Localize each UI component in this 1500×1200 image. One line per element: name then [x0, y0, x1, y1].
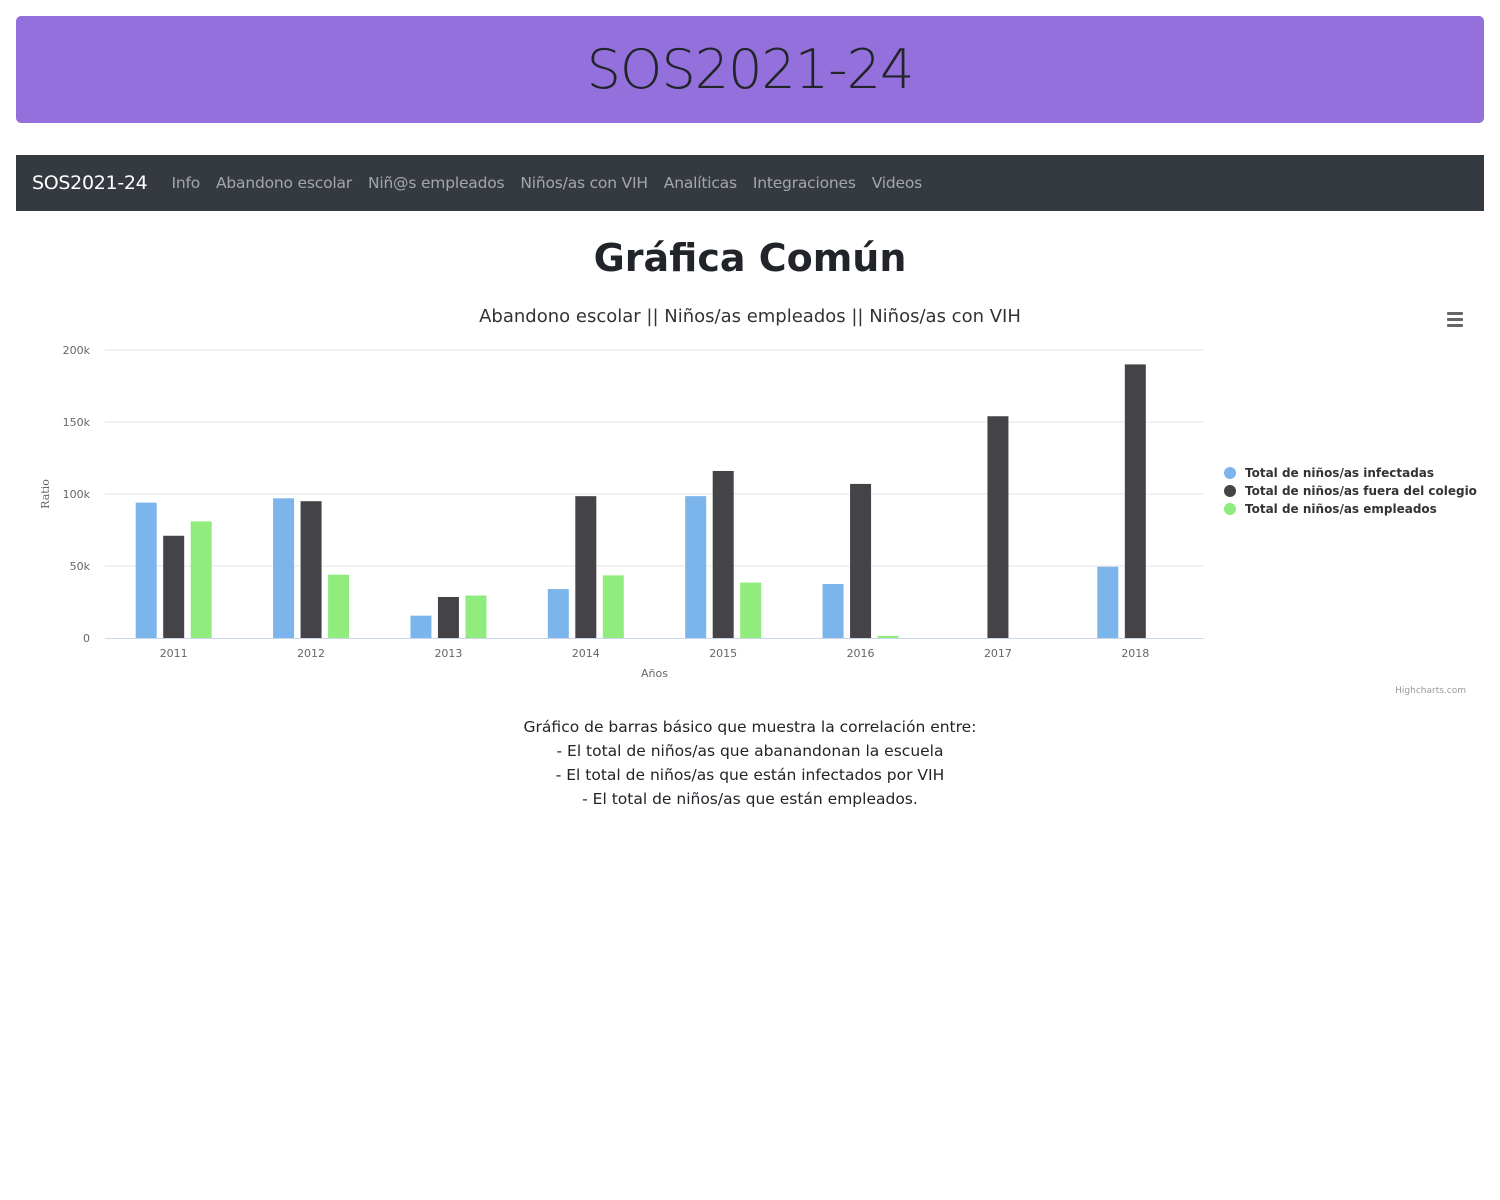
bar[interactable] — [1124, 364, 1146, 638]
x-tick-label: 2013 — [434, 647, 462, 660]
page-banner: SOS2021-24 — [16, 16, 1484, 123]
y-tick-label: 150k — [63, 416, 91, 429]
description-line: - El total de niños/as que están emplead… — [582, 790, 918, 808]
bar[interactable] — [1097, 566, 1119, 638]
bar[interactable] — [740, 582, 762, 638]
nav-link-ninos-empleados[interactable]: Niñ@s empleados — [368, 174, 505, 192]
description-line: - El total de niños/as que abanandonan l… — [556, 742, 944, 760]
chart-credits[interactable]: Highcharts.com — [1395, 686, 1466, 696]
legend-marker — [1224, 485, 1236, 497]
banner-title: SOS2021-24 — [586, 38, 915, 101]
page-title: Gráfica Común — [593, 236, 907, 280]
bar[interactable] — [410, 615, 432, 638]
bar[interactable] — [602, 575, 624, 638]
nav-link-abandono-escolar[interactable]: Abandono escolar — [216, 174, 352, 192]
bar[interactable] — [987, 416, 1009, 638]
bar[interactable] — [273, 498, 295, 638]
y-tick-label: 200k — [63, 344, 91, 357]
nav-link-integraciones[interactable]: Integraciones — [753, 174, 856, 192]
nav-link-analiticas[interactable]: Analíticas — [664, 174, 737, 192]
legend-label: Total de niños/as fuera del colegio — [1245, 484, 1477, 498]
bar[interactable] — [547, 589, 569, 638]
bar[interactable] — [135, 502, 157, 638]
legend-item[interactable]: Total de niños/as empleados — [1224, 502, 1437, 516]
legend-item[interactable]: Total de niños/as infectadas — [1224, 466, 1434, 480]
chart-container: Abandono escolar || Niños/as empleados |… — [16, 295, 1484, 705]
bar[interactable] — [163, 535, 185, 638]
bar[interactable] — [712, 470, 734, 638]
y-tick-label: 100k — [63, 488, 91, 501]
nav-link-ninos-vih[interactable]: Niños/as con VIH — [520, 174, 648, 192]
bar[interactable] — [822, 584, 844, 638]
description-line: Gráfico de barras básico que muestra la … — [523, 718, 977, 736]
bar[interactable] — [877, 635, 899, 638]
y-axis-title: Ratio — [39, 479, 52, 509]
x-tick-label: 2017 — [984, 647, 1012, 660]
bar[interactable] — [575, 496, 597, 638]
legend-label: Total de niños/as infectadas — [1245, 466, 1434, 480]
bar[interactable] — [300, 501, 322, 638]
bar[interactable] — [465, 595, 487, 638]
y-tick-label: 50k — [70, 560, 91, 573]
legend-marker — [1224, 467, 1236, 479]
legend-marker — [1224, 503, 1236, 515]
chart-title: Abandono escolar || Niños/as empleados |… — [479, 306, 1021, 327]
description-line: - El total de niños/as que están infecta… — [555, 766, 945, 784]
x-tick-label: 2018 — [1121, 647, 1149, 660]
nav-link-info[interactable]: Info — [171, 174, 200, 192]
hamburger-menu-icon[interactable] — [1444, 309, 1466, 329]
bar[interactable] — [190, 521, 212, 638]
bar[interactable] — [685, 496, 707, 638]
bar[interactable] — [850, 483, 872, 638]
legend-label: Total de niños/as empleados — [1245, 502, 1437, 516]
navbar: SOS2021-24 Info Abandono escolar Niñ@s e… — [16, 155, 1484, 211]
x-tick-label: 2014 — [572, 647, 600, 660]
bar[interactable] — [437, 596, 459, 638]
nav-link-videos[interactable]: Videos — [872, 174, 923, 192]
x-tick-label: 2015 — [709, 647, 737, 660]
x-tick-label: 2011 — [160, 647, 188, 660]
x-tick-label: 2016 — [847, 647, 875, 660]
bar[interactable] — [328, 574, 350, 638]
navbar-brand[interactable]: SOS2021-24 — [32, 172, 148, 194]
bar-chart: Abandono escolar || Niños/as empleados |… — [39, 306, 1477, 696]
x-tick-label: 2012 — [297, 647, 325, 660]
chart-description: Gráfico de barras básico que muestra la … — [0, 715, 1500, 811]
x-axis-title: Años — [641, 667, 668, 680]
legend-item[interactable]: Total de niños/as fuera del colegio — [1224, 484, 1477, 498]
y-tick-label: 0 — [83, 632, 90, 645]
